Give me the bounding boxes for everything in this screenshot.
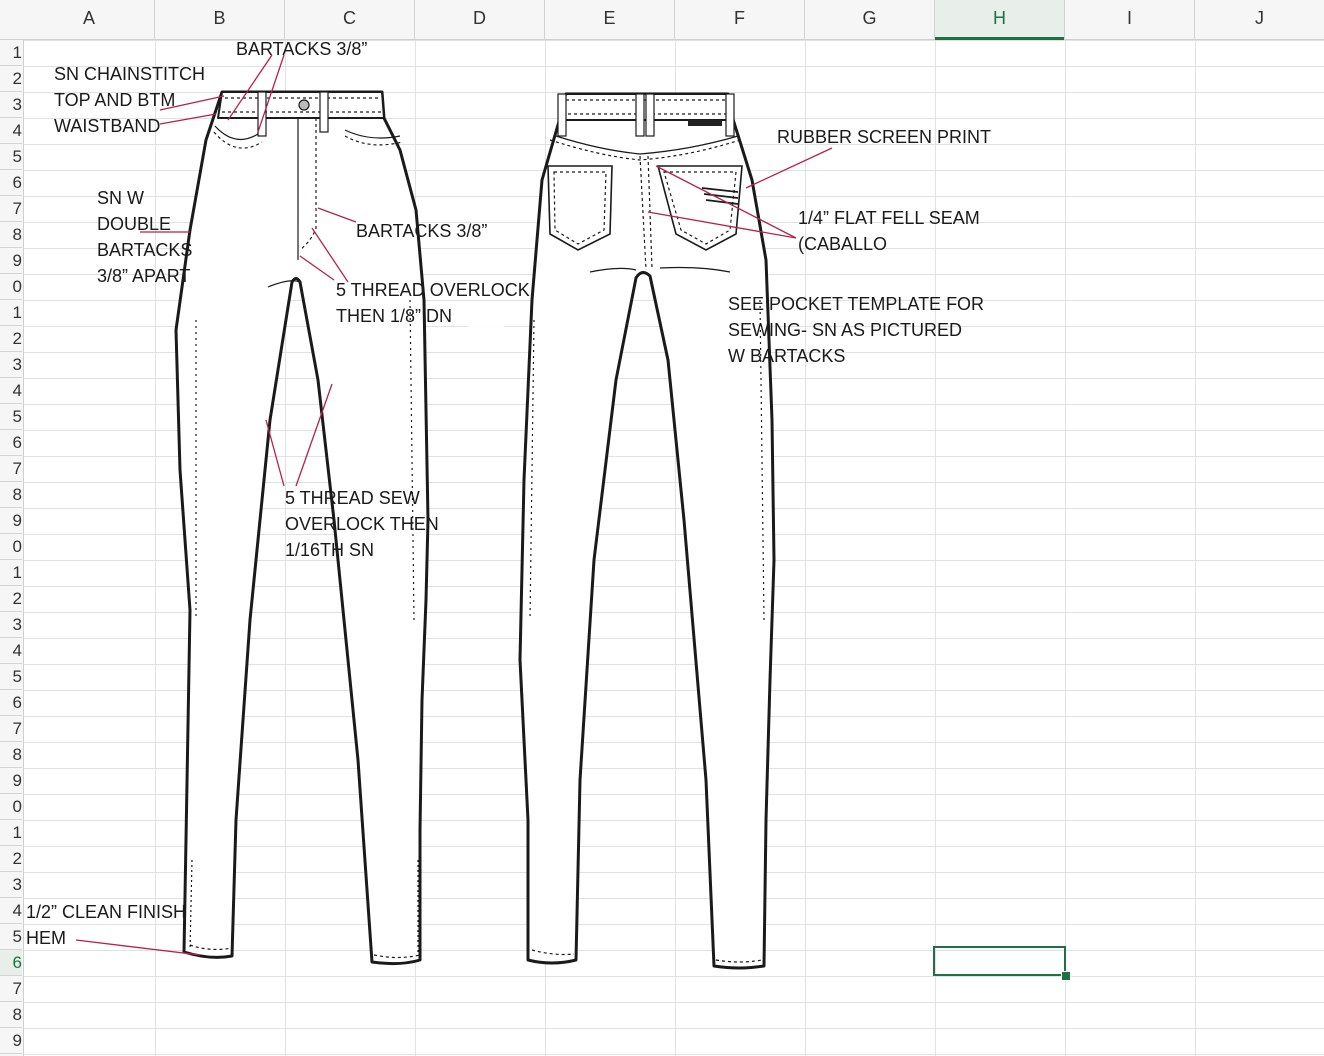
annotation-hem: HEM bbox=[26, 928, 66, 948]
annotation-double-bartacks: BARTACKS bbox=[97, 240, 193, 260]
annotation-double-bartacks: DOUBLE bbox=[97, 214, 172, 234]
annotation-double-bartacks: SN W bbox=[97, 188, 144, 208]
annotation-double-bartacks: 3/8” APART bbox=[97, 266, 191, 286]
annotation-pocket-template: SEE POCKET TEMPLATE FOR bbox=[728, 294, 985, 314]
annotation-chainstitch: TOP AND BTM bbox=[54, 90, 176, 110]
fill-handle[interactable] bbox=[1061, 971, 1071, 981]
annotation-sew-overlock: OVERLOCK THEN bbox=[285, 514, 439, 534]
annotation-pocket-template: W BARTACKS bbox=[728, 346, 846, 366]
annotation-overlock: THEN 1/8” DN bbox=[336, 306, 453, 326]
annotation-screen-print: RUBBER SCREEN PRINT bbox=[777, 127, 992, 147]
annotation-bartacks-top: BARTACKS 3/8” bbox=[236, 39, 368, 59]
annotation-sew-overlock: 5 THREAD SEW bbox=[285, 488, 420, 508]
annotation-pocket-template: SEWING- SN AS PICTURED bbox=[728, 320, 963, 340]
annotation-overlock: 5 THREAD OVERLOCK bbox=[336, 280, 530, 300]
annotation-flat-fell: 1/4” FLAT FELL SEAM bbox=[798, 208, 980, 228]
annotation-hem: 1/2” CLEAN FINISH bbox=[26, 902, 187, 922]
annotation-sew-overlock: 1/16TH SN bbox=[285, 540, 375, 560]
selected-cell-h36[interactable] bbox=[933, 946, 1066, 976]
annotation-flat-fell: (CABALLO bbox=[798, 234, 888, 254]
back-jeans-outline bbox=[518, 92, 776, 970]
jeans-technical-drawing bbox=[75, 54, 833, 970]
annotation-chainstitch: WAISTBAND bbox=[54, 116, 161, 136]
annotation-bartacks-fly: BARTACKS 3/8” bbox=[356, 221, 488, 241]
annotation-chainstitch: SN CHAINSTITCH bbox=[54, 64, 206, 84]
